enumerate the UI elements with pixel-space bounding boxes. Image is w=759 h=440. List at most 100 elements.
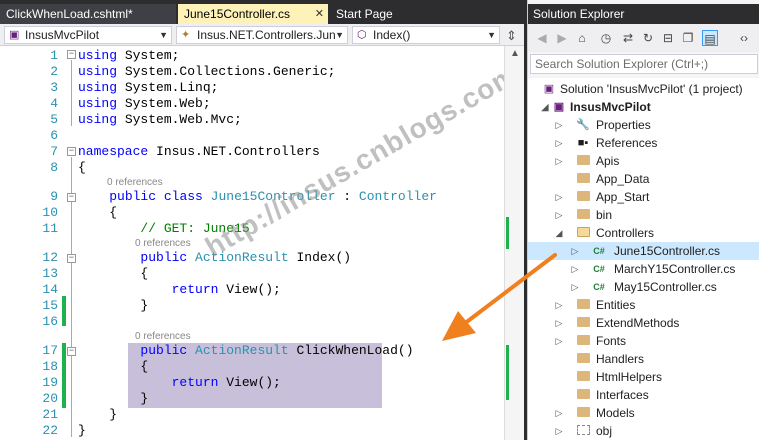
- code-line: using System.Web.Mvc;: [78, 112, 242, 127]
- collapsed-arrow-icon[interactable]: ▷: [554, 206, 564, 224]
- line-number: 4: [50, 96, 58, 111]
- line-number: 1: [50, 48, 58, 63]
- pending-changes-filter-icon[interactable]: ◷: [598, 30, 614, 46]
- code-line: using System;: [78, 48, 180, 63]
- code-line: using System.Collections.Generic;: [78, 64, 336, 79]
- code-line: {: [78, 205, 118, 220]
- line-number: 20: [42, 391, 58, 406]
- tree-node-htmlhelpers[interactable]: HtmlHelpers: [528, 368, 759, 386]
- scroll-up-icon[interactable]: ▲: [508, 48, 522, 62]
- collapsed-arrow-icon[interactable]: ▷: [554, 134, 564, 152]
- collapse-toggle-icon[interactable]: −: [67, 193, 76, 202]
- solution-explorer-search-input[interactable]: Search Solution Explorer (Ctrl+;): [530, 54, 758, 74]
- orange-arrow-icon: [442, 253, 557, 341]
- collapsed-arrow-icon[interactable]: ▷: [554, 152, 564, 170]
- member-dropdown[interactable]: ⬡ Index() ▼: [352, 26, 500, 44]
- refresh-icon[interactable]: ↻: [640, 30, 656, 46]
- properties-icon[interactable]: ▤: [702, 30, 718, 46]
- tab-label: ClickWhenLoad.cshtml*: [6, 7, 133, 21]
- line-number: 5: [50, 112, 58, 127]
- panel-title: Solution Explorer: [528, 4, 759, 24]
- tree-node-controllers[interactable]: ◢ Controllers: [528, 224, 759, 242]
- tree-node-app-data[interactable]: App_Data: [528, 170, 759, 188]
- show-all-files-icon[interactable]: ❐: [680, 30, 696, 46]
- codelens-references[interactable]: 0 references: [107, 177, 163, 188]
- expanded-arrow-icon[interactable]: ◢: [554, 224, 564, 242]
- codelens-references[interactable]: 0 references: [135, 238, 191, 249]
- code-line: public ActionResult ClickWhenLoad(): [140, 343, 414, 358]
- line-number: 13: [42, 266, 58, 281]
- csharp-file-icon: C#: [593, 246, 605, 256]
- line-number: 3: [50, 80, 58, 95]
- codelens-references[interactable]: 0 references: [135, 331, 191, 342]
- home-icon[interactable]: ⌂: [574, 30, 590, 46]
- chevron-down-icon: ▼: [487, 30, 496, 40]
- tree-node-project[interactable]: ◢ ▣ InsusMvcPilot: [528, 98, 759, 116]
- collapse-toggle-icon[interactable]: −: [67, 347, 76, 356]
- folder-open-icon: [576, 224, 590, 242]
- collapsed-arrow-icon[interactable]: ▷: [554, 404, 564, 422]
- line-number: 9: [50, 189, 58, 204]
- tree-node-references[interactable]: ▷ ■▪ References: [528, 134, 759, 152]
- line-number: 16: [42, 314, 58, 329]
- folder-icon: [576, 188, 590, 206]
- dotted-folder-icon: [576, 422, 590, 440]
- code-editor[interactable]: ClickWhenLoad.cshtml* June15Controller.c…: [0, 0, 524, 440]
- tree-node-solution[interactable]: ▣ Solution 'InsusMvcPilot' (1 project): [528, 80, 759, 98]
- collapse-all-icon[interactable]: ⊟: [660, 30, 676, 46]
- code-line: using System.Linq;: [78, 80, 219, 95]
- chevron-down-icon: ▼: [335, 30, 344, 40]
- line-number: 15: [42, 298, 58, 313]
- line-number: 2: [50, 64, 58, 79]
- change-marker: [62, 296, 66, 326]
- code-text-area[interactable]: − − − − − 1 2 3 4 5 6 7 8 9 10 11 12 13 …: [0, 46, 523, 440]
- tab-clickwhenload[interactable]: ClickWhenLoad.cshtml*: [0, 4, 176, 24]
- forward-icon[interactable]: ▶: [554, 30, 570, 46]
- expanded-arrow-icon[interactable]: ◢: [540, 98, 550, 116]
- line-number: 7: [50, 144, 58, 159]
- line-number: 10: [42, 205, 58, 220]
- solution-explorer-panel: Solution Explorer ◀ ▶ ⌂ ◷ ⇄ ↻ ⊟ ❐ ▤ ‹› S…: [527, 0, 759, 440]
- line-number: 22: [42, 423, 58, 438]
- collapsed-arrow-icon[interactable]: ▷: [554, 422, 564, 440]
- code-line: }: [78, 407, 118, 422]
- preview-icon[interactable]: ‹›: [736, 30, 752, 46]
- collapsed-arrow-icon[interactable]: ▷: [554, 116, 564, 134]
- tree-node-interfaces[interactable]: Interfaces: [528, 386, 759, 404]
- collapse-toggle-icon[interactable]: −: [67, 50, 76, 59]
- tree-node-models[interactable]: ▷ Models: [528, 404, 759, 422]
- collapsed-arrow-icon[interactable]: ▷: [554, 188, 564, 206]
- folder-icon: [576, 152, 590, 170]
- tree-node-properties[interactable]: ▷ 🔧 Properties: [528, 116, 759, 134]
- type-dropdown[interactable]: ✦ Insus.NET.Controllers.Jun ▼: [176, 26, 348, 44]
- references-icon: ■▪: [577, 137, 589, 149]
- tree-node-bin[interactable]: ▷ bin: [528, 206, 759, 224]
- csharp-file-icon: C#: [593, 264, 605, 274]
- collapse-toggle-icon[interactable]: −: [67, 254, 76, 263]
- back-icon[interactable]: ◀: [534, 30, 550, 46]
- line-number: 19: [42, 375, 58, 390]
- split-window-icon[interactable]: ⇕: [506, 28, 517, 44]
- tab-label: Start Page: [336, 7, 393, 21]
- code-line: }: [78, 391, 149, 406]
- tab-june15controller[interactable]: June15Controller.cs ✕: [178, 4, 328, 24]
- navigation-bar: ▣ InsusMvcPilot ▼ ✦ Insus.NET.Controller…: [0, 24, 524, 46]
- project-icon: ▣: [553, 101, 565, 113]
- code-line: }: [78, 423, 86, 438]
- folder-icon: [576, 386, 590, 404]
- tab-start-page[interactable]: Start Page: [330, 4, 440, 24]
- method-icon: ⬡: [357, 29, 367, 41]
- tree-node-app-start[interactable]: ▷ App_Start: [528, 188, 759, 206]
- document-tab-bar: ClickWhenLoad.cshtml* June15Controller.c…: [0, 0, 524, 24]
- watermark-text: http://insus.cnblogs.com: [200, 58, 524, 263]
- chevron-down-icon: ▼: [159, 30, 168, 40]
- tree-node-obj[interactable]: ▷ obj: [528, 422, 759, 440]
- fold-guide: [71, 60, 72, 126]
- line-number: 12: [42, 250, 58, 265]
- close-icon[interactable]: ✕: [315, 4, 324, 24]
- collapse-toggle-icon[interactable]: −: [67, 147, 76, 156]
- tree-node-apis[interactable]: ▷ Apis: [528, 152, 759, 170]
- sync-icon[interactable]: ⇄: [620, 30, 636, 46]
- project-dropdown[interactable]: ▣ InsusMvcPilot ▼: [4, 26, 172, 44]
- line-number: 6: [50, 128, 58, 143]
